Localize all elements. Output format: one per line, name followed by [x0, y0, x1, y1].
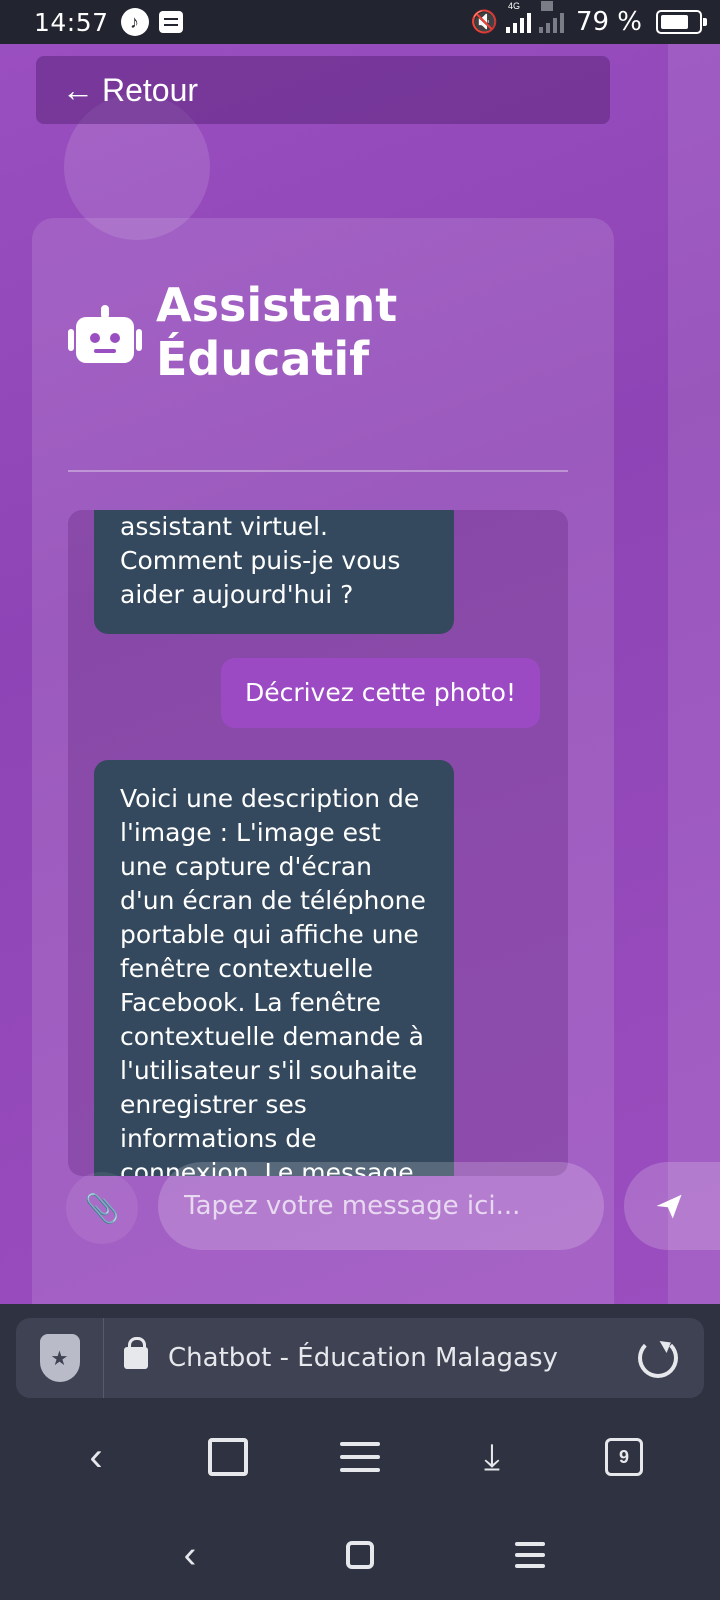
- signal-strength-icon: 4G: [505, 1, 531, 33]
- signal-strength-2-icon: 4G: [538, 1, 564, 33]
- web-page: ← Retour Assistant Éducatif assistant vi…: [0, 44, 720, 1304]
- browser-chrome: ★ Chatbot - Éducation Malagasy ‹ ⤓ 9 ‹: [0, 1304, 720, 1600]
- system-back-button[interactable]: ‹: [165, 1530, 215, 1580]
- send-icon: [656, 1194, 682, 1219]
- composer: 📎: [32, 1162, 720, 1252]
- browser-back-button[interactable]: ‹: [61, 1422, 131, 1492]
- back-button[interactable]: ← Retour: [36, 56, 610, 124]
- chevron-left-icon: ‹: [89, 1434, 103, 1479]
- decorative-strip: [668, 44, 720, 1304]
- chevron-left-icon: ‹: [183, 1533, 197, 1576]
- system-recents-button[interactable]: [505, 1530, 555, 1580]
- tab-count: 9: [605, 1438, 643, 1476]
- hamburger-icon: [515, 1542, 545, 1568]
- menu-icon: [340, 1442, 380, 1472]
- downloads-button[interactable]: ⤓: [457, 1422, 527, 1492]
- music-note-icon: ♪: [120, 8, 149, 36]
- chat-card: Assistant Éducatif assistant virtuel. Co…: [32, 218, 614, 1304]
- home-button[interactable]: [193, 1422, 263, 1492]
- bot-message: assistant virtuel. Comment puis-je vous …: [94, 510, 454, 634]
- arrow-left-icon: ←: [62, 71, 94, 108]
- paperclip-icon: 📎: [84, 1192, 120, 1224]
- home-icon: [208, 1438, 248, 1476]
- card-header: Assistant Éducatif: [68, 278, 397, 386]
- notification-message-icon: [158, 11, 183, 33]
- reload-icon[interactable]: [638, 1338, 678, 1378]
- battery-icon: [656, 10, 707, 34]
- tabs-button[interactable]: 9: [589, 1422, 659, 1492]
- square-icon: [346, 1541, 374, 1569]
- send-button[interactable]: [624, 1162, 720, 1250]
- address-bar[interactable]: ★ Chatbot - Éducation Malagasy: [16, 1318, 704, 1398]
- shield-star-icon: ★: [39, 1334, 80, 1382]
- privacy-shield-button[interactable]: ★: [16, 1318, 104, 1398]
- bot-message: Voici une description de l'image : L'ima…: [94, 760, 454, 1176]
- user-message: Décrivez cette photo!: [220, 658, 540, 728]
- browser-toolbar: ‹ ⤓ 9: [0, 1414, 720, 1500]
- battery-percent: 79 %: [575, 7, 642, 37]
- back-label: Retour: [102, 71, 199, 108]
- robot-icon: [68, 305, 142, 365]
- attach-button[interactable]: 📎: [66, 1172, 138, 1244]
- mute-icon: 🔇: [470, 9, 498, 34]
- status-bar: 14:57 ♪ 🔇 4G 4G 79 %: [0, 0, 720, 44]
- message-input[interactable]: [158, 1162, 604, 1250]
- divider: [68, 470, 568, 472]
- page-title-in-url-bar: Chatbot - Éducation Malagasy: [168, 1343, 558, 1373]
- status-time: 14:57: [34, 7, 109, 37]
- chat-messages[interactable]: assistant virtuel. Comment puis-je vous …: [68, 510, 568, 1176]
- lock-icon: [124, 1337, 148, 1369]
- system-navigation: ‹: [0, 1510, 720, 1600]
- download-icon: ⤓: [484, 1435, 500, 1477]
- menu-button[interactable]: [325, 1422, 395, 1492]
- system-home-button[interactable]: [335, 1530, 385, 1580]
- page-title: Assistant Éducatif: [156, 278, 398, 386]
